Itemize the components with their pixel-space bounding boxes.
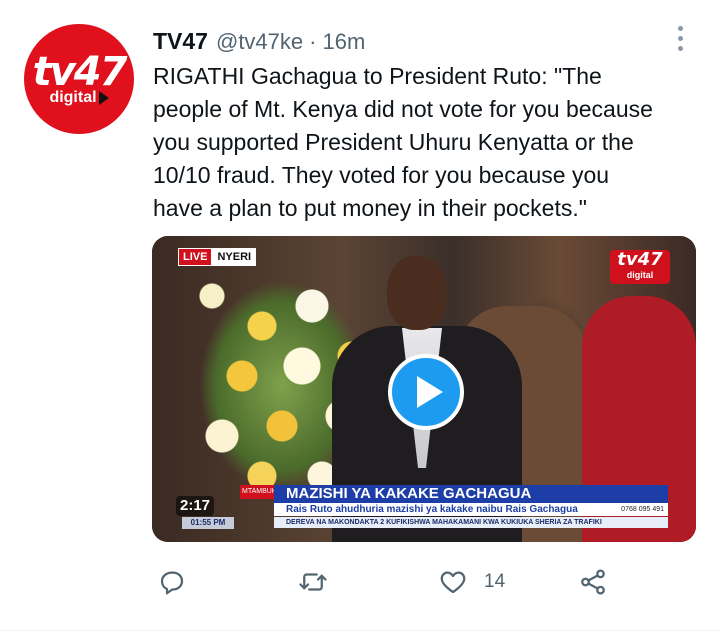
heart-icon	[440, 571, 466, 594]
play-icon	[416, 376, 443, 408]
news-subline: Rais Ruto ahudhuria mazishi ya kakake na…	[274, 503, 668, 516]
share-icon	[581, 569, 605, 595]
avatar-logo-text: tv47	[32, 49, 128, 95]
more-icon	[677, 25, 683, 31]
more-icon	[677, 45, 683, 51]
author-name[interactable]: TV47	[153, 28, 208, 55]
avatar-logo-sub-label: digital	[49, 89, 97, 106]
broadcast-clock: 01:55 PM	[182, 517, 234, 529]
channel-logo: tv47 digital	[610, 250, 670, 284]
location-label: NYERI	[212, 248, 257, 266]
avatar[interactable]: tv47 digital	[24, 24, 134, 134]
video-speaker-head	[387, 256, 447, 330]
news-lower-third: MTAMBUKO MAZISHI YA KAKAKE GACHAGUA Rais…	[240, 485, 670, 529]
video-duration: 2:17	[176, 496, 215, 516]
channel-logo-text: tv47	[617, 249, 663, 270]
play-icon	[98, 91, 109, 105]
tweet-text: RIGATHI Gachagua to President Ruto: "The…	[153, 63, 653, 221]
news-phone: 0768 095 491	[610, 504, 668, 516]
tweet-card[interactable]: tv47 digital TV47 @tv47ke · 16m RIGATHI …	[0, 0, 720, 636]
lower-third-tag: MTAMBUKO	[240, 485, 274, 499]
like-count: 14	[484, 571, 506, 592]
more-icon	[677, 35, 683, 41]
share-button[interactable]	[578, 560, 608, 604]
tweet-header: TV47 @tv47ke · 16m	[153, 28, 365, 56]
news-ticker: DEREVA NA MAKONDAKTA 2 KUFIKISHWA MAHAKA…	[274, 517, 668, 528]
tweet-divider	[0, 630, 720, 631]
retweet-button[interactable]	[298, 560, 328, 604]
avatar-logo-subtext: digital	[49, 89, 109, 107]
author-handle[interactable]: @tv47ke	[216, 29, 303, 55]
live-badge: LIVE NYERI	[178, 248, 257, 266]
news-headline: MAZISHI YA KAKAKE GACHAGUA	[274, 485, 668, 503]
live-label: LIVE	[178, 248, 213, 266]
channel-logo-subtext: digital	[626, 270, 654, 280]
video-player[interactable]: LIVE NYERI tv47 digital MTAMBUKO MAZISHI…	[152, 236, 696, 542]
like-button[interactable]: 14	[438, 560, 505, 604]
reply-button[interactable]	[157, 560, 187, 604]
play-button[interactable]	[388, 354, 464, 430]
more-options-button[interactable]	[664, 22, 696, 54]
tweet-actions: 14	[153, 560, 701, 604]
tweet-timestamp[interactable]: 16m	[322, 29, 365, 55]
separator-dot: ·	[309, 29, 317, 54]
retweet-icon	[299, 573, 327, 591]
reply-icon	[160, 571, 184, 595]
